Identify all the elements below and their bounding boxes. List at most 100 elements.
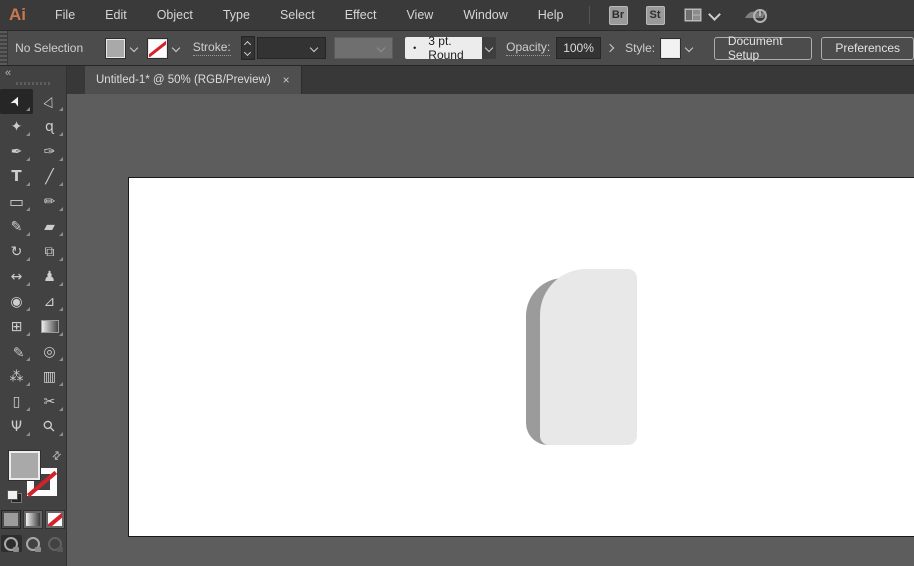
stock-button[interactable]: St bbox=[645, 5, 665, 25]
column-graph-tool[interactable]: ▥ bbox=[33, 364, 66, 389]
menu-effect[interactable]: Effect bbox=[330, 1, 392, 30]
fill-color-swatch[interactable] bbox=[105, 37, 127, 59]
paintbrush-tool[interactable]: ✏ bbox=[33, 189, 66, 214]
style-dropdown[interactable] bbox=[682, 38, 696, 58]
curvature-tool[interactable]: ✑ bbox=[33, 139, 66, 164]
lasso-tool[interactable]: ɋ bbox=[33, 114, 66, 139]
menu-type[interactable]: Type bbox=[208, 1, 265, 30]
symbol-sprayer-tool-icon: ⁂ bbox=[9, 368, 24, 385]
zoom-tool[interactable]: ⚲ bbox=[33, 414, 66, 439]
menu-view[interactable]: View bbox=[391, 1, 448, 30]
rectangle-tool-icon: ▭ bbox=[8, 191, 25, 211]
paintbrush-tool-icon: ✏ bbox=[43, 193, 56, 210]
perspective-grid-tool[interactable]: ⊿ bbox=[33, 289, 66, 314]
chevron-down-icon bbox=[684, 43, 693, 53]
control-bar: No Selection Stroke: • 3 pt. Round Opaci… bbox=[0, 31, 914, 66]
opacity-input[interactable]: 100% bbox=[556, 37, 601, 59]
rotate-tool[interactable]: ↻ bbox=[0, 239, 33, 264]
shaper-tool[interactable]: ✎ bbox=[0, 214, 33, 239]
bridge-button[interactable]: Br bbox=[608, 5, 628, 25]
stroke-weight-dropdown[interactable] bbox=[256, 37, 327, 59]
mesh-tool[interactable]: ⊞ bbox=[0, 314, 33, 339]
tab-close-icon[interactable]: × bbox=[283, 74, 290, 86]
rectangle-tool[interactable]: ▭ bbox=[0, 189, 33, 214]
draw-behind-button[interactable] bbox=[23, 535, 44, 552]
creative-cloud-sync-icon[interactable] bbox=[743, 6, 769, 24]
menu-bar: Ai File Edit Object Type Select Effect View Win… bbox=[0, 0, 914, 31]
lasso-tool-icon: ɋ bbox=[45, 118, 54, 135]
stroke-color-dropdown[interactable] bbox=[169, 38, 183, 58]
chevron-down-icon bbox=[376, 43, 386, 53]
menu-file[interactable]: File bbox=[40, 1, 90, 30]
stroke-weight-stepper[interactable] bbox=[240, 36, 255, 60]
width-tool-icon: ↔ bbox=[10, 268, 23, 285]
menu-help[interactable]: Help bbox=[523, 1, 579, 30]
document-tab[interactable]: Untitled-1* @ 50% (RGB/Preview) × bbox=[85, 66, 302, 94]
direct-selection-tool[interactable]: ▷ bbox=[33, 89, 66, 114]
artboard[interactable] bbox=[128, 177, 914, 537]
draw-inside-icon bbox=[48, 536, 63, 552]
shape-builder-tool[interactable]: ◉ bbox=[0, 289, 33, 314]
menu-edit[interactable]: Edit bbox=[90, 1, 142, 30]
column-graph-tool-icon: ▥ bbox=[42, 368, 57, 385]
magic-wand-tool[interactable]: ✦ bbox=[0, 114, 33, 139]
artboard-tool[interactable]: ▯ bbox=[0, 389, 33, 414]
eyedropper-tool-icon: ✐ bbox=[8, 345, 25, 358]
hand-tool[interactable]: Ψ bbox=[0, 414, 33, 439]
panel-collapse-button[interactable]: « bbox=[0, 66, 66, 79]
draw-normal-icon bbox=[4, 536, 19, 552]
symbol-sprayer-tool[interactable]: ⁂ bbox=[0, 364, 33, 389]
document-setup-button[interactable]: Document Setup bbox=[713, 34, 813, 62]
brush-definition-dropdown[interactable] bbox=[481, 37, 497, 59]
style-swatch[interactable] bbox=[660, 37, 681, 59]
pen-tool[interactable]: ✒ bbox=[0, 139, 33, 164]
brush-definition-field[interactable]: • 3 pt. Round bbox=[405, 34, 482, 62]
menubar-divider bbox=[588, 6, 590, 24]
chevron-right-icon bbox=[605, 43, 615, 53]
gradient-tool[interactable]: ▤ bbox=[33, 314, 66, 339]
document-tab-bar: Untitled-1* @ 50% (RGB/Preview) × bbox=[67, 66, 914, 94]
puppet-warp-tool[interactable]: ♟ bbox=[33, 264, 66, 289]
default-fill-stroke-icon[interactable] bbox=[7, 490, 22, 503]
blend-tool-icon: ◎ bbox=[43, 343, 56, 360]
opacity-panel-link[interactable]: Opacity: bbox=[506, 40, 551, 56]
canvas[interactable] bbox=[67, 94, 914, 566]
stroke-color-swatch[interactable] bbox=[146, 37, 168, 59]
perspective-grid-tool-icon: ⊿ bbox=[43, 293, 56, 310]
direct-selection-tool-icon: ▷ bbox=[40, 93, 59, 110]
fill-indicator[interactable] bbox=[8, 450, 41, 481]
shape-body[interactable] bbox=[540, 269, 637, 445]
chevron-down-icon bbox=[484, 43, 494, 53]
draw-normal-button[interactable] bbox=[0, 535, 22, 552]
fill-color-dropdown[interactable] bbox=[127, 38, 141, 58]
eyedropper-tool[interactable]: ✐ bbox=[0, 339, 33, 364]
menu-object[interactable]: Object bbox=[142, 1, 208, 30]
selection-tool[interactable]: ➤ bbox=[0, 89, 33, 114]
preferences-button[interactable]: Preferences bbox=[821, 36, 914, 60]
workspace-layout-icon bbox=[684, 8, 701, 22]
type-tool[interactable]: T bbox=[0, 164, 33, 189]
controlbar-grip[interactable] bbox=[0, 31, 9, 65]
swap-fill-stroke-icon[interactable]: ⇄ bbox=[49, 448, 64, 463]
opacity-dropdown[interactable] bbox=[603, 38, 617, 58]
workspace-switcher[interactable] bbox=[684, 7, 721, 22]
none-button[interactable] bbox=[45, 510, 65, 529]
chevron-down-icon bbox=[707, 7, 721, 21]
color-button[interactable] bbox=[1, 510, 21, 529]
slice-tool[interactable]: ✂ bbox=[33, 389, 66, 414]
menu-window[interactable]: Window bbox=[448, 1, 522, 30]
shape-builder-tool-icon: ◉ bbox=[10, 293, 23, 310]
chevron-down-icon bbox=[310, 43, 319, 53]
menu-select[interactable]: Select bbox=[265, 1, 330, 30]
shaper-tool-icon: ✎ bbox=[10, 218, 23, 235]
eraser-tool[interactable]: ▰ bbox=[33, 214, 66, 239]
document-tab-title: Untitled-1* @ 50% (RGB/Preview) bbox=[96, 74, 271, 86]
scale-tool[interactable]: ⧉ bbox=[33, 239, 66, 264]
width-tool[interactable]: ↔ bbox=[0, 264, 33, 289]
gradient-button[interactable] bbox=[23, 510, 43, 529]
line-segment-tool[interactable]: ╱ bbox=[33, 164, 66, 189]
panel-grip[interactable] bbox=[16, 82, 50, 85]
blend-tool[interactable]: ◎ bbox=[33, 339, 66, 364]
type-tool-icon: T bbox=[11, 167, 22, 185]
stroke-panel-link[interactable]: Stroke: bbox=[192, 40, 231, 56]
